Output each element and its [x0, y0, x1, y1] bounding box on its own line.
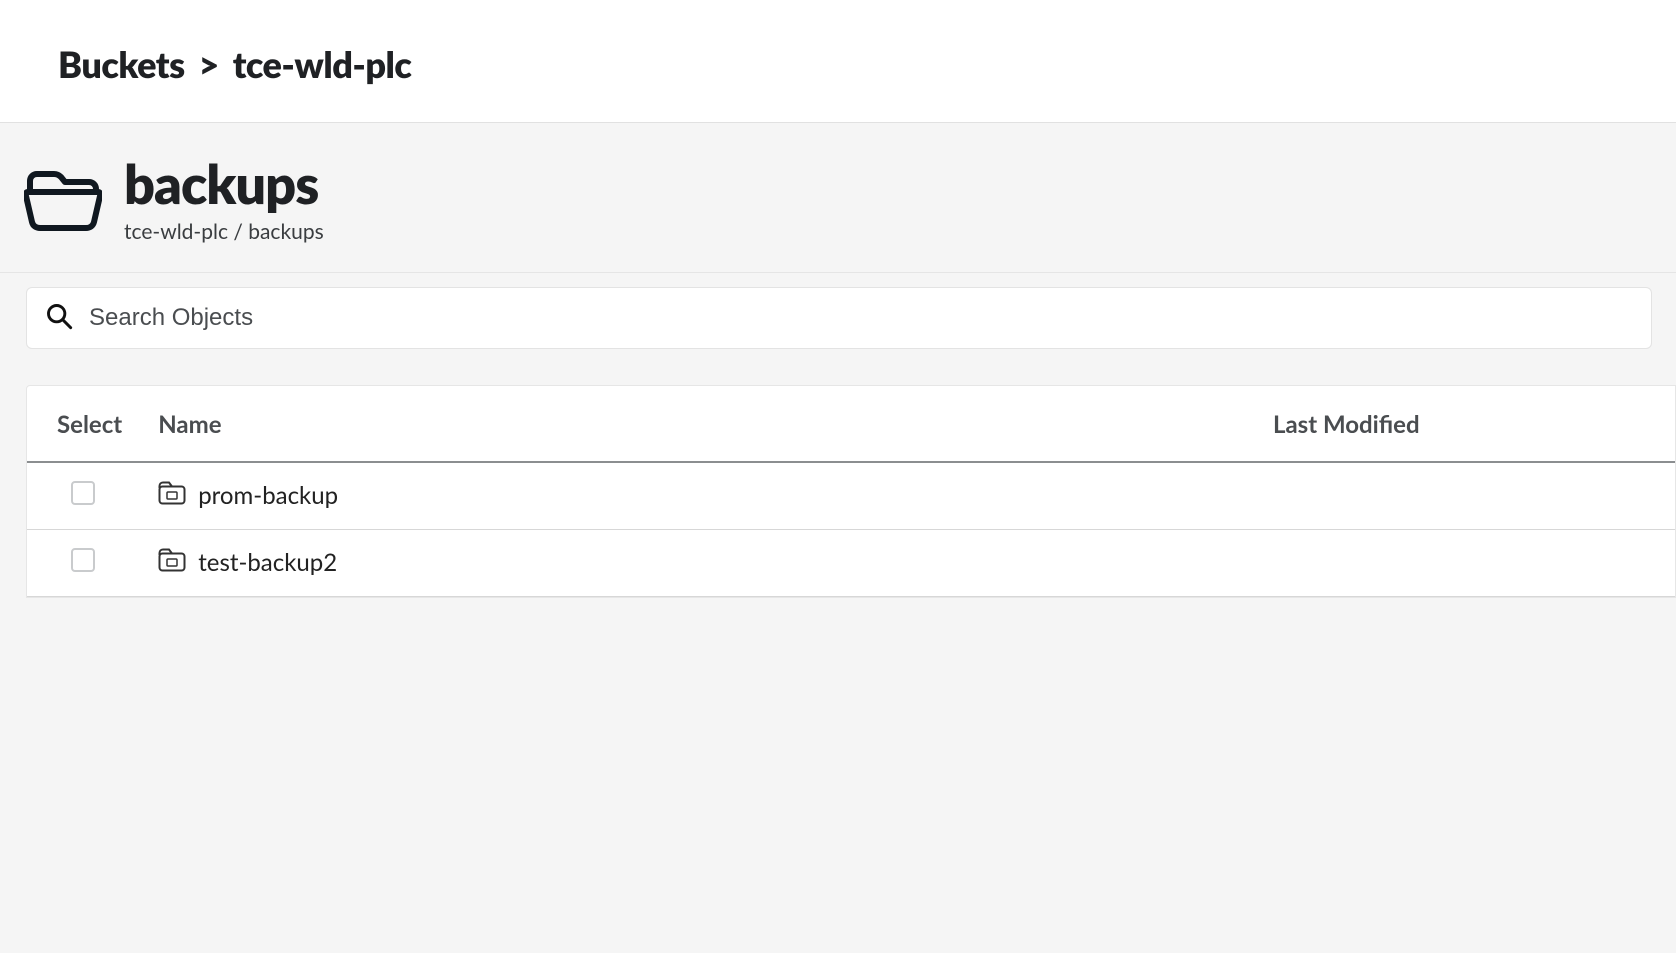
- cell-modified: [1255, 462, 1675, 530]
- cell-modified: [1255, 529, 1675, 596]
- breadcrumb-root[interactable]: Buckets: [58, 42, 185, 86]
- folder-icon: [158, 548, 186, 578]
- breadcrumb-leaf[interactable]: tce-wld-plc: [233, 42, 412, 86]
- breadcrumb-bar: Buckets > tce-wld-plc: [0, 0, 1676, 123]
- breadcrumb: Buckets > tce-wld-plc: [58, 42, 1676, 86]
- search-icon: [45, 302, 89, 334]
- content-area: backups tce-wld-plc / backups Select Nam…: [0, 123, 1676, 953]
- col-header-name[interactable]: Name: [140, 386, 1255, 462]
- search-section: [0, 273, 1676, 361]
- folder-icon: [158, 481, 186, 511]
- object-name-link[interactable]: test-backup2: [198, 548, 337, 577]
- folder-header: backups tce-wld-plc / backups: [0, 124, 1676, 273]
- table-row: prom-backup: [27, 462, 1675, 530]
- col-header-select: Select: [27, 386, 140, 462]
- row-checkbox[interactable]: [71, 548, 95, 572]
- folder-open-icon: [24, 167, 102, 233]
- page-title: backups: [124, 156, 324, 213]
- object-name-link[interactable]: prom-backup: [198, 481, 338, 510]
- table-row: test-backup2: [27, 529, 1675, 596]
- breadcrumb-separator: >: [192, 42, 224, 86]
- path-subtitle: tce-wld-plc / backups: [124, 219, 324, 244]
- search-input[interactable]: [89, 304, 1633, 332]
- search-bar[interactable]: [26, 287, 1652, 349]
- objects-table: Select Name Last Modified: [27, 386, 1675, 597]
- col-header-modified[interactable]: Last Modified: [1255, 386, 1675, 462]
- objects-table-container: Select Name Last Modified: [26, 385, 1676, 598]
- row-checkbox[interactable]: [71, 481, 95, 505]
